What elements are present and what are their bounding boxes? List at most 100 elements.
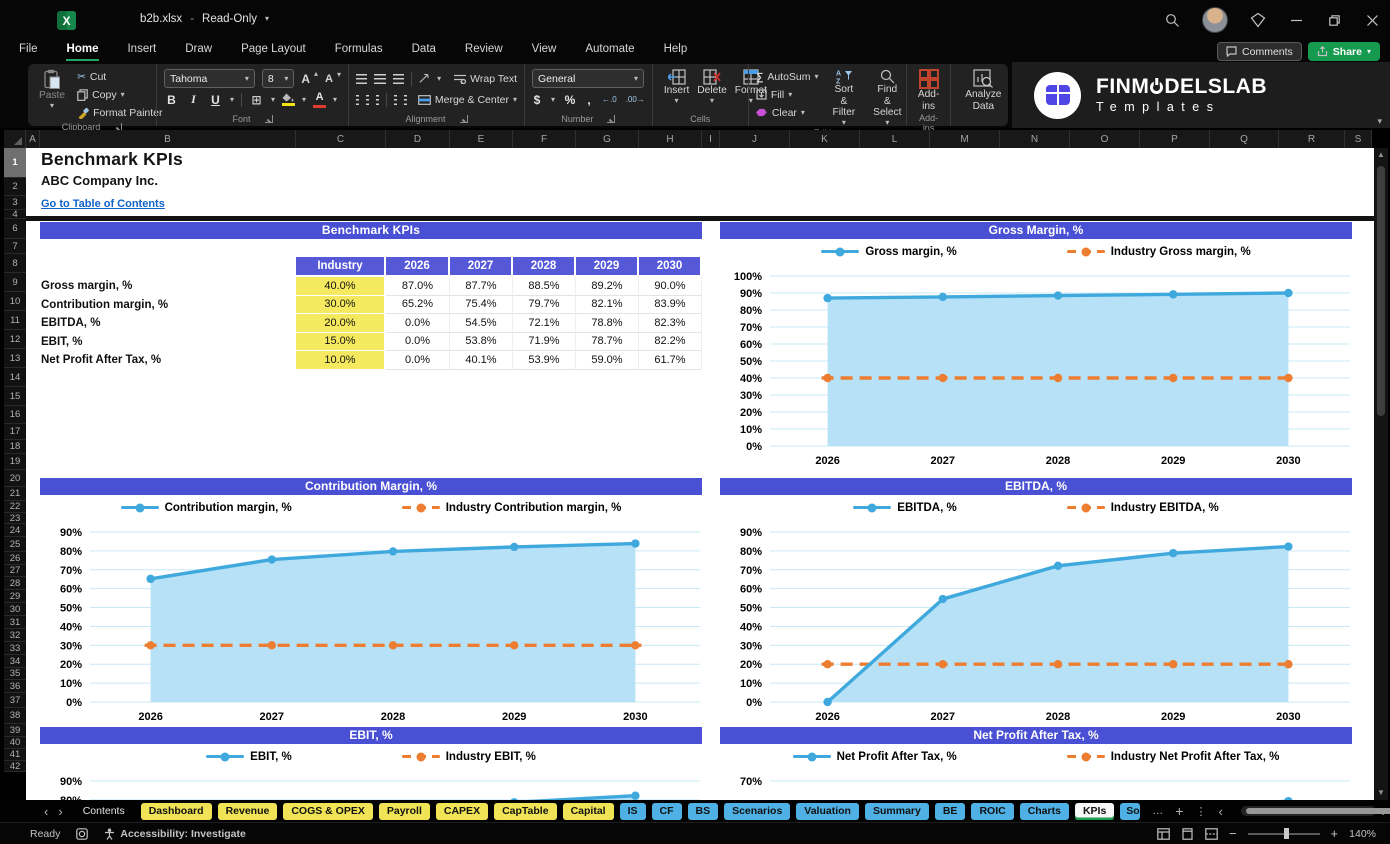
minimize-button[interactable]: [1288, 12, 1304, 28]
row-header-22[interactable]: 22: [4, 501, 26, 513]
menu-tab-help[interactable]: Help: [663, 40, 689, 59]
cut-button[interactable]: ✂ Cut: [77, 68, 162, 85]
shrink-font-button[interactable]: A ▾: [325, 70, 341, 87]
read-only-badge[interactable]: Read-Only: [202, 13, 257, 25]
kpi-value-cell[interactable]: 59.0%: [576, 351, 639, 370]
row-header-10[interactable]: 10: [4, 292, 26, 311]
row-header-30[interactable]: 30: [4, 603, 26, 616]
menu-tab-data[interactable]: Data: [411, 40, 437, 59]
column-header-E[interactable]: E: [450, 130, 513, 148]
menu-tab-draw[interactable]: Draw: [184, 40, 213, 59]
column-header-P[interactable]: P: [1140, 130, 1210, 148]
row-header-9[interactable]: 9: [4, 273, 26, 292]
new-sheet-button[interactable]: +: [1175, 803, 1183, 819]
zoom-level[interactable]: 140%: [1349, 828, 1376, 840]
chart-contribution-margin[interactable]: Contribution Margin, % Contribution margi…: [40, 478, 702, 726]
kpi-col-header-industry[interactable]: Industry: [296, 257, 386, 275]
borders-button[interactable]: ⊞: [249, 93, 264, 107]
row-header-36[interactable]: 36: [4, 680, 26, 693]
font-dialog-launcher[interactable]: [264, 115, 273, 123]
clear-button[interactable]: Clear ▾: [755, 104, 819, 121]
row-header-26[interactable]: 26: [4, 552, 26, 565]
row-header-7[interactable]: 7: [4, 239, 26, 254]
align-top-icon[interactable]: [356, 73, 368, 84]
kpi-row-label[interactable]: Net Profit After Tax, %: [41, 351, 291, 370]
comments-button[interactable]: Comments: [1217, 42, 1302, 61]
sheet-tab-roic[interactable]: ROIC: [971, 802, 1014, 820]
menu-tab-file[interactable]: File: [18, 40, 39, 59]
row-header-35[interactable]: 35: [4, 668, 26, 680]
kpi-value-cell[interactable]: 53.9%: [513, 351, 576, 370]
number-dialog-launcher[interactable]: [607, 115, 616, 123]
menu-tab-page-layout[interactable]: Page Layout: [240, 40, 307, 59]
row-header-24[interactable]: 24: [4, 524, 26, 537]
column-header-G[interactable]: G: [576, 130, 639, 148]
sheet-options-icon[interactable]: ⋮: [1195, 805, 1206, 818]
row-header-2[interactable]: 2: [4, 178, 26, 196]
sheet-tab-capex[interactable]: CAPEX: [435, 802, 489, 820]
menu-tab-formulas[interactable]: Formulas: [334, 40, 384, 59]
row-header-32[interactable]: 32: [4, 629, 26, 642]
bold-button[interactable]: B: [164, 93, 179, 107]
kpi-value-cell[interactable]: 40.1%: [450, 351, 513, 370]
kpi-value-cell[interactable]: 82.1%: [576, 295, 639, 314]
scroll-down-icon[interactable]: ▼: [1377, 786, 1385, 800]
kpi-value-cell[interactable]: 90.0%: [639, 277, 702, 296]
copy-button[interactable]: Copy ▾: [77, 86, 162, 103]
kpi-value-cell[interactable]: 0.0%: [386, 314, 450, 333]
column-header-M[interactable]: M: [930, 130, 1000, 148]
menu-tab-review[interactable]: Review: [464, 40, 504, 59]
row-header-23[interactable]: 23: [4, 513, 26, 524]
row-header-6[interactable]: 6: [4, 219, 26, 239]
font-size-select[interactable]: 8 ▾: [261, 69, 295, 88]
kpi-col-header-2028[interactable]: 2028: [513, 257, 576, 275]
table-of-contents-link[interactable]: Go to Table of Contents: [41, 198, 165, 210]
row-header-37[interactable]: 37: [4, 693, 26, 708]
row-header-21[interactable]: 21: [4, 487, 26, 501]
row-header-19[interactable]: 19: [4, 454, 26, 470]
find-select-button[interactable]: Find & Select ▾: [869, 68, 905, 127]
row-header-17[interactable]: 17: [4, 424, 26, 440]
column-header-N[interactable]: N: [1000, 130, 1070, 148]
format-painter-button[interactable]: Format Painter: [77, 104, 163, 121]
row-header-33[interactable]: 33: [4, 642, 26, 655]
zoom-out-button[interactable]: −: [1229, 826, 1237, 841]
vertical-scroll-thumb[interactable]: [1377, 166, 1385, 416]
kpi-value-cell[interactable]: 78.7%: [576, 332, 639, 351]
chart-ebitda[interactable]: EBITDA, % EBITDA, % Industry EBITDA, % 90% 8…: [720, 478, 1352, 726]
chart-ebit[interactable]: EBIT, % EBIT, % Industry EBIT, % 90%80%70%6…: [40, 727, 702, 800]
column-header-D[interactable]: D: [386, 130, 450, 148]
row-header-13[interactable]: 13: [4, 349, 26, 368]
align-left-icon[interactable]: [356, 94, 360, 105]
sheet-tab-be[interactable]: BE: [934, 802, 966, 820]
sheet-tab-contents[interactable]: Contents: [73, 803, 135, 820]
share-button[interactable]: Share ▾: [1307, 42, 1380, 61]
row-header-38[interactable]: 38: [4, 708, 26, 724]
kpi-value-cell[interactable]: 88.5%: [513, 277, 576, 296]
more-sheets-icon[interactable]: …: [1152, 805, 1163, 817]
vertical-scrollbar[interactable]: ▲ ▼: [1374, 148, 1388, 800]
user-avatar[interactable]: [1202, 7, 1228, 33]
row-header-42[interactable]: 42: [4, 761, 26, 772]
sheet-tab-so[interactable]: So: [1120, 802, 1141, 820]
select-all-corner[interactable]: [4, 130, 26, 148]
percent-format-button[interactable]: %: [564, 93, 576, 107]
align-center-icon[interactable]: [366, 94, 370, 105]
horizontal-scrollbar[interactable]: [1240, 806, 1390, 816]
sheet-tab-captable[interactable]: CapTable: [494, 802, 557, 820]
column-header-A[interactable]: A: [26, 130, 40, 148]
row-header-34[interactable]: 34: [4, 655, 26, 668]
kpi-value-cell[interactable]: 54.5%: [450, 314, 513, 333]
kpi-industry-cell[interactable]: 20.0%: [296, 314, 386, 333]
kpi-value-cell[interactable]: 75.4%: [450, 295, 513, 314]
align-right-icon[interactable]: [376, 94, 380, 105]
tab-scroll-right-icon[interactable]: ›: [58, 804, 62, 819]
column-header-I[interactable]: I: [702, 130, 720, 148]
kpi-value-cell[interactable]: 71.9%: [513, 332, 576, 351]
row-header-39[interactable]: 39: [4, 724, 26, 737]
row-header-29[interactable]: 29: [4, 590, 26, 603]
kpi-col-header-2030[interactable]: 2030: [639, 257, 702, 275]
kpi-value-cell[interactable]: 83.9%: [639, 295, 702, 314]
scroll-up-icon[interactable]: ▲: [1377, 148, 1385, 162]
sheet-tab-is[interactable]: IS: [619, 802, 646, 820]
